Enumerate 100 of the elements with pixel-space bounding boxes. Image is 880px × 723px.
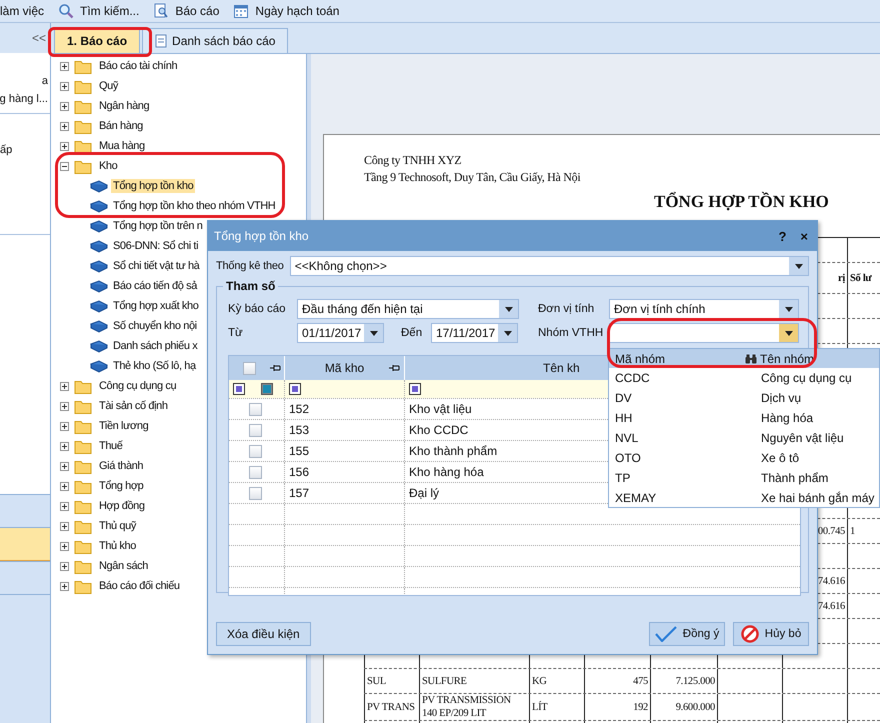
folder-icon (74, 78, 92, 94)
expander-icon[interactable] (60, 442, 69, 450)
tree-item[interactable]: S06-DNN: Sổ chi ti (111, 239, 200, 253)
filter-icon[interactable] (289, 383, 301, 395)
tree-item[interactable]: Báo cáo đối chiếu (97, 579, 182, 593)
group-by-dropdown[interactable]: <<Không chọn>> (290, 256, 809, 276)
tree-item[interactable]: Ngân hàng (97, 99, 152, 113)
table-cell: KG (532, 674, 547, 688)
toolbar-item[interactable]: Tìm kiếm... (58, 3, 140, 19)
column-header[interactable]: Tên kh (543, 361, 580, 375)
tree-item[interactable]: Ngân sách (97, 559, 150, 573)
checkbox[interactable] (243, 362, 256, 374)
tree-item[interactable]: Báo cáo tài chính (97, 59, 180, 73)
expander-icon[interactable] (60, 422, 69, 430)
tree-item[interactable]: Kho (97, 159, 120, 173)
tree-item[interactable]: Hợp đồng (97, 499, 147, 513)
checkbox[interactable] (249, 466, 262, 478)
expander-icon[interactable] (60, 542, 69, 550)
tree-item[interactable]: Tổng hợp (97, 479, 146, 493)
expander-icon[interactable] (60, 582, 69, 590)
toolbar-item[interactable]: Ngày hạch toán (233, 3, 340, 19)
unit-dropdown[interactable]: Đơn vị tính chính (609, 299, 799, 319)
filter-icon[interactable] (409, 383, 421, 395)
close-button[interactable]: × (797, 228, 811, 244)
checkbox[interactable] (249, 424, 262, 436)
ok-button[interactable]: Đồng ý (649, 622, 725, 646)
expander-icon[interactable] (60, 122, 69, 130)
tree-item[interactable]: Quỹ (97, 79, 120, 93)
side-panel-item[interactable]: g hàng l... (0, 93, 48, 105)
filter-icon[interactable] (233, 383, 245, 395)
tree-item[interactable]: Sổ chi tiết vật tư hà (111, 259, 202, 273)
table-cell: PV TRANS (367, 700, 415, 714)
expander-icon[interactable] (60, 82, 69, 90)
tree-item[interactable]: Tổng hợp tồn kho theo nhóm VTHH (111, 199, 278, 213)
tree-item[interactable]: Tiền lương (97, 419, 150, 433)
table-cell: 00.745 (818, 524, 845, 538)
toolbar-item[interactable]: làm việc (0, 4, 44, 18)
table-cell: 1 (850, 524, 855, 538)
tree-item[interactable]: Thuế (97, 439, 124, 453)
tree-item[interactable]: Giá thành (97, 459, 146, 473)
cancel-button[interactable]: Hủy bỏ (733, 622, 809, 646)
field-label: Nhóm VTHH (537, 327, 604, 339)
tree-item[interactable]: Mua hàng (97, 139, 147, 153)
dropdown-option[interactable]: OTO Xe ô tô (609, 448, 879, 468)
toolbar-item[interactable]: Báo cáo (153, 3, 220, 19)
expander-icon[interactable] (60, 402, 69, 410)
folder-icon (74, 478, 92, 494)
checkbox[interactable] (249, 486, 262, 500)
expander-icon[interactable] (60, 382, 69, 390)
checkbox[interactable] (249, 444, 262, 458)
expander-icon[interactable] (60, 142, 69, 150)
tab[interactable]: Danh sách báo cáo (142, 28, 288, 53)
tree-item[interactable]: Thẻ kho (Số lô, hạ (111, 359, 198, 373)
expander-icon[interactable] (60, 482, 69, 490)
pin-icon[interactable] (388, 363, 400, 373)
dropdown-option[interactable]: XEMAY Xe hai bánh gắn máy (609, 488, 879, 508)
folder-icon (74, 58, 92, 74)
side-panel-item[interactable]: ấp (0, 144, 12, 156)
help-button[interactable]: ? (775, 228, 790, 244)
expander-icon[interactable] (60, 462, 69, 470)
company-name: Công ty TNHH XYZ (364, 152, 462, 169)
dropdown-option[interactable]: TP Thành phẩm (609, 468, 879, 488)
dropdown-option[interactable]: NVL Nguyên vật liệu (609, 428, 879, 448)
tree-item[interactable]: Danh sách phiếu x (111, 339, 200, 353)
tree-item[interactable]: Số chuyển kho nội (111, 319, 199, 333)
column-header[interactable]: Tên nhóm (760, 352, 814, 366)
tree-item[interactable]: Báo cáo tiến độ sả (111, 279, 199, 293)
tab[interactable]: 1. Báo cáo (54, 28, 140, 53)
expander-icon[interactable] (60, 502, 69, 510)
date-field[interactable]: 17/11/2017 (431, 323, 518, 343)
folder-icon (74, 458, 92, 474)
date-field[interactable]: 01/11/2017 (297, 323, 384, 343)
expander-icon[interactable] (60, 562, 69, 570)
book-icon (90, 280, 108, 292)
tree-item[interactable]: Công cụ dụng cụ (97, 379, 178, 393)
dropdown-option[interactable]: CCDC Công cụ dụng cụ (609, 368, 879, 388)
group-legend: Tham số (223, 279, 278, 293)
expander-icon[interactable] (60, 62, 69, 70)
folder-icon (74, 418, 92, 434)
expander-icon[interactable] (60, 102, 69, 110)
side-panel-item[interactable]: a (42, 75, 48, 87)
collapse-button[interactable]: << (32, 31, 46, 45)
period-dropdown[interactable]: Đầu tháng đến hiện tại (297, 299, 519, 319)
table-cell: 153 (289, 423, 310, 437)
checkbox[interactable] (249, 402, 262, 416)
dropdown-option[interactable]: DV Dịch vụ (609, 388, 879, 408)
expander-icon[interactable] (60, 162, 69, 170)
tree-item[interactable]: Thủ kho (97, 539, 138, 553)
clear-conditions-button[interactable]: Xóa điều kiện (216, 622, 311, 646)
pin-icon[interactable] (269, 363, 281, 373)
tree-item[interactable]: Tổng hợp tồn kho (111, 179, 196, 193)
tree-item[interactable]: Tổng hợp xuất kho (111, 299, 200, 313)
tree-item[interactable]: Tài sản cố định (97, 399, 170, 413)
expander-icon[interactable] (60, 522, 69, 530)
tree-item[interactable]: Bán hàng (97, 119, 145, 133)
tree-item[interactable]: Thủ quỹ (97, 519, 138, 533)
field-label: Đơn vị tính (537, 303, 596, 315)
column-header[interactable]: Mã kho (324, 361, 364, 375)
tree-item[interactable]: Tổng hợp tồn trên n (111, 219, 205, 233)
dropdown-option[interactable]: HH Hàng hóa (609, 408, 879, 428)
